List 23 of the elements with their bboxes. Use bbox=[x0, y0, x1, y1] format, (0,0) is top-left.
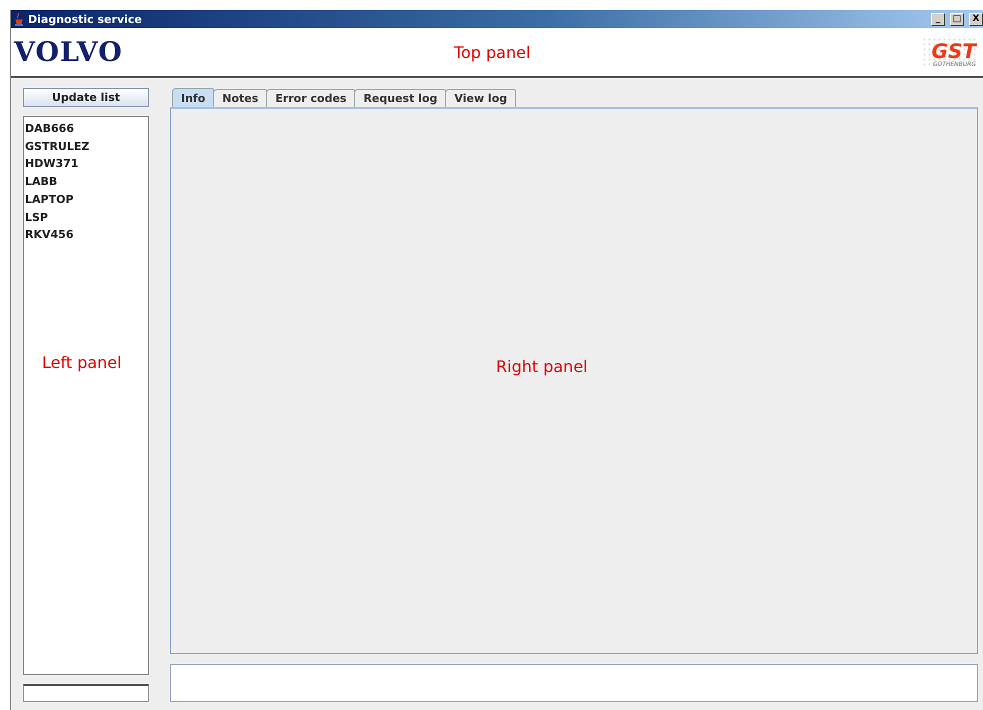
list-item[interactable]: LSP bbox=[25, 208, 147, 226]
close-button[interactable]: X bbox=[969, 12, 983, 26]
java-cup-icon bbox=[14, 12, 24, 26]
tab[interactable]: Info bbox=[172, 88, 214, 107]
list-item[interactable]: GSTRULEZ bbox=[25, 138, 147, 156]
update-list-button[interactable]: Update list bbox=[23, 88, 149, 107]
tab[interactable]: View log bbox=[445, 89, 516, 107]
tab[interactable]: Request log bbox=[354, 89, 446, 107]
panel-label: Left panel bbox=[42, 353, 122, 372]
maximize-button[interactable]: □ bbox=[950, 12, 964, 26]
list-item[interactable]: DAB666 bbox=[25, 120, 147, 138]
panel-label: Right panel bbox=[496, 357, 588, 376]
input-field[interactable] bbox=[23, 684, 149, 702]
window-title: Diagnostic service bbox=[28, 12, 143, 26]
list-item[interactable]: LABB bbox=[25, 173, 147, 191]
minimize-button[interactable]: _ bbox=[931, 12, 945, 26]
list-item[interactable]: LAPTOP bbox=[25, 190, 147, 209]
list-item[interactable]: HDW371 bbox=[25, 155, 147, 174]
logo-text: GST bbox=[932, 40, 976, 60]
logo: VOLVO bbox=[14, 36, 123, 68]
panel-label: Top panel bbox=[452, 42, 532, 62]
status-field[interactable] bbox=[170, 664, 978, 702]
list-item[interactable]: RKV456 bbox=[25, 226, 147, 244]
